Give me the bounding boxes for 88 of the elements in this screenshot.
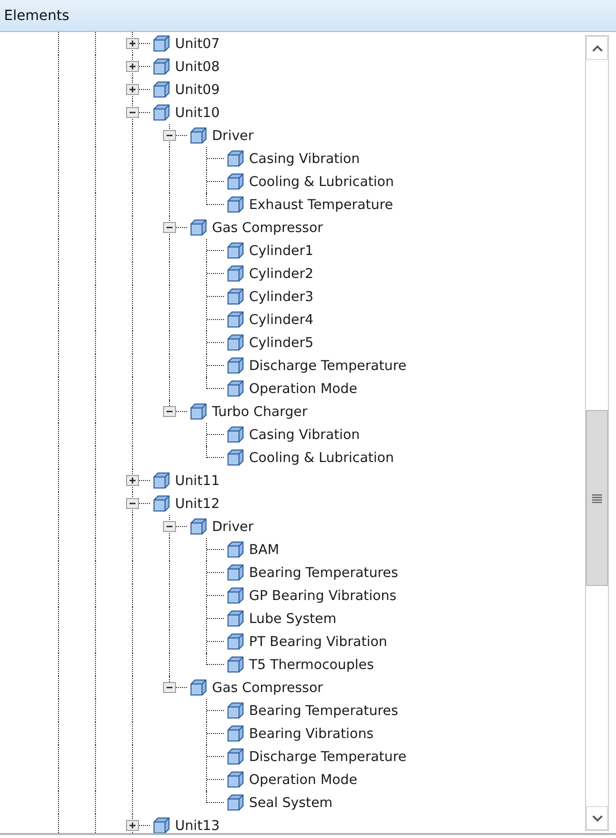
cube-icon <box>227 610 244 627</box>
tree-item[interactable]: BAM <box>249 542 280 558</box>
cube-icon <box>227 334 244 351</box>
tree-item[interactable]: Unit11 <box>175 472 220 488</box>
cube-icon <box>190 219 207 236</box>
tree-item[interactable]: Operation Mode <box>249 772 358 788</box>
tree-item[interactable]: Lube System <box>249 610 336 626</box>
cube-icon <box>153 817 170 833</box>
tree-item[interactable]: Unit08 <box>175 58 220 74</box>
tree-item[interactable]: PT Bearing Vibration <box>249 634 388 650</box>
cube-icon <box>153 35 170 52</box>
cube-icon <box>153 472 170 489</box>
collapse-icon[interactable] <box>163 406 176 417</box>
tree-item[interactable]: Unit13 <box>175 818 220 833</box>
tree-item[interactable]: Discharge Temperature <box>249 358 406 374</box>
tree-item[interactable]: Operation Mode <box>249 380 358 396</box>
cube-icon <box>153 58 170 75</box>
tree-item[interactable]: Cooling & Lubrication <box>249 174 394 190</box>
cube-icon <box>153 495 170 512</box>
cube-icon <box>227 748 244 765</box>
scrollbar-thumb[interactable] <box>586 410 608 586</box>
cube-icon <box>227 380 244 397</box>
collapse-icon[interactable] <box>126 498 139 509</box>
cube-icon <box>227 564 244 581</box>
cube-icon <box>227 288 244 305</box>
cube-icon <box>227 311 244 328</box>
grip-icon <box>592 494 602 502</box>
collapse-icon[interactable] <box>163 130 176 141</box>
tree-item[interactable]: Cylinder2 <box>249 266 314 282</box>
cube-icon <box>227 265 244 282</box>
tree-item[interactable]: Unit12 <box>175 496 220 512</box>
expand-icon[interactable] <box>126 820 139 831</box>
cube-icon <box>153 104 170 121</box>
cube-icon <box>227 173 244 190</box>
tree-item[interactable]: Gas Compressor <box>212 220 323 236</box>
cube-icon <box>227 725 244 742</box>
collapse-icon[interactable] <box>163 222 176 233</box>
tree-item[interactable]: Seal System <box>249 794 333 810</box>
tree-item[interactable]: Casing Vibration <box>249 426 360 442</box>
tree-item[interactable]: Cooling & Lubrication <box>249 450 394 466</box>
tree-item[interactable]: Unit07 <box>175 36 220 52</box>
cube-icon <box>227 656 244 673</box>
cube-icon <box>227 633 244 650</box>
tree-item[interactable]: T5 Thermocouples <box>249 656 374 672</box>
expand-icon[interactable] <box>126 84 139 95</box>
scroll-up-icon[interactable] <box>592 44 602 52</box>
cube-icon <box>190 127 207 144</box>
cube-icon <box>227 449 244 466</box>
tree-item[interactable]: Unit10 <box>175 104 220 120</box>
tree-item[interactable]: Bearing Temperatures <box>249 564 398 580</box>
tree-item[interactable]: Cylinder1 <box>249 242 314 258</box>
cube-icon <box>227 150 244 167</box>
tree-item[interactable]: Cylinder4 <box>249 312 314 328</box>
expand-icon[interactable] <box>126 38 139 49</box>
scroll-down-icon[interactable] <box>592 814 602 822</box>
tree-item[interactable]: Unit09 <box>175 82 220 98</box>
cube-icon <box>227 357 244 374</box>
cube-icon <box>227 771 244 788</box>
tree-item[interactable]: Driver <box>212 128 254 144</box>
expand-icon[interactable] <box>126 475 139 486</box>
tree-item[interactable]: Cylinder5 <box>249 334 314 350</box>
tree-item[interactable]: GP Bearing Vibrations <box>249 588 396 604</box>
tree-item[interactable]: Cylinder3 <box>249 288 314 304</box>
cube-icon <box>227 587 244 604</box>
tree-item[interactable]: Bearing Vibrations <box>249 726 374 742</box>
tree-item[interactable]: Driver <box>212 518 254 534</box>
tree-item[interactable]: Casing Vibration <box>249 150 360 166</box>
collapse-icon[interactable] <box>163 682 176 693</box>
cube-icon <box>227 702 244 719</box>
tree-item[interactable]: Exhaust Temperature <box>249 196 394 212</box>
tree-item[interactable]: Gas Compressor <box>212 680 323 696</box>
expand-icon[interactable] <box>126 61 139 72</box>
tree-item[interactable]: Bearing Temperatures <box>249 702 398 718</box>
cube-icon <box>190 518 207 535</box>
cube-icon <box>227 196 244 213</box>
cube-icon <box>227 541 244 558</box>
cube-icon <box>227 242 244 259</box>
panel-title: Elements <box>4 8 70 24</box>
cube-icon <box>227 794 244 811</box>
cube-icon <box>190 403 207 420</box>
cube-icon <box>227 426 244 443</box>
collapse-icon[interactable] <box>163 521 176 532</box>
collapse-icon[interactable] <box>126 107 139 118</box>
cube-icon <box>190 679 207 696</box>
cube-icon <box>153 81 170 98</box>
tree-item[interactable]: Discharge Temperature <box>249 748 406 764</box>
tree-item[interactable]: Turbo Charger <box>212 404 308 420</box>
scrollbar[interactable] <box>585 35 609 831</box>
